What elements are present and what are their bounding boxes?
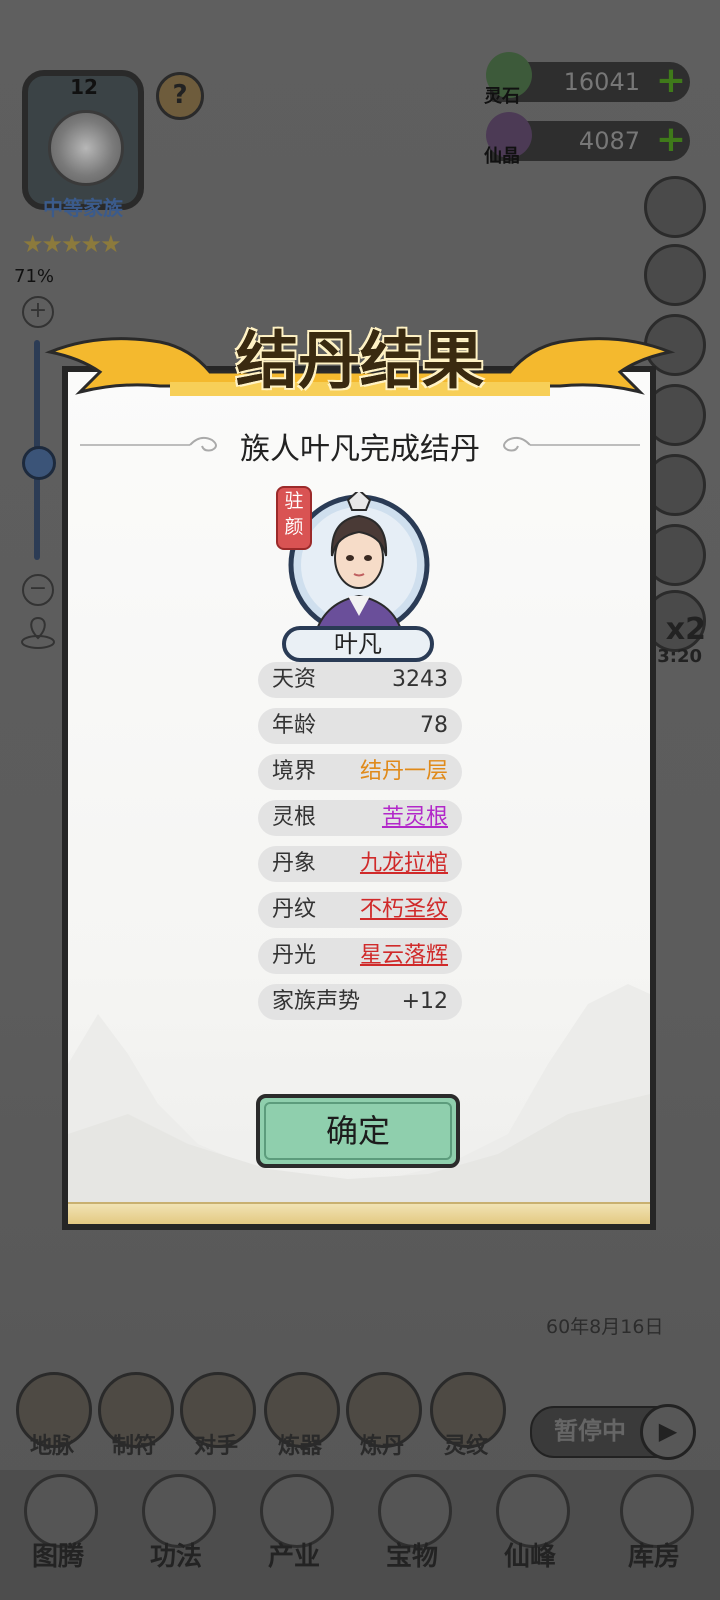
family-stars: ★★★★★ bbox=[22, 230, 122, 258]
settings-gear-icon[interactable] bbox=[644, 176, 706, 238]
family-badge[interactable]: 12 中等家族 bbox=[12, 62, 154, 222]
pause-label: 暂停中 bbox=[554, 1417, 626, 1445]
stat-row-core-pattern: 丹纹 不朽圣纹 bbox=[258, 892, 462, 928]
dialog-subtitle: 族人叶凡完成结丹 bbox=[240, 432, 480, 467]
nav-label: 宝物 bbox=[385, 1542, 438, 1572]
stat-value: 结丹一层 bbox=[359, 759, 448, 784]
immortal-crystal-value: 4087 bbox=[578, 127, 640, 155]
nav-label: 产业 bbox=[267, 1542, 320, 1572]
locate-icon[interactable] bbox=[18, 616, 58, 650]
play-icon[interactable]: ▶ bbox=[640, 1404, 696, 1460]
stat-key: 境界 bbox=[272, 759, 317, 784]
star-icon: ★ bbox=[41, 230, 63, 258]
character-name: 叶凡 bbox=[282, 626, 434, 662]
map-scroll-icon[interactable] bbox=[644, 244, 706, 306]
stat-row-age: 年龄 78 bbox=[258, 708, 462, 744]
zoom-percent: 71% bbox=[14, 266, 55, 287]
stat-row-spirit-root: 灵根 苦灵根 bbox=[258, 800, 462, 836]
seal-badge: 驻颜 bbox=[276, 486, 312, 550]
function-label: 制符 bbox=[111, 1434, 156, 1459]
nav-peaks[interactable]: 仙峰 bbox=[480, 1474, 580, 1572]
speed-multiplier: x2 bbox=[665, 612, 706, 647]
spirit-stone-add-button[interactable]: + bbox=[656, 63, 686, 99]
spirit-stone-label: 灵石 bbox=[484, 86, 520, 107]
function-label: 对手 bbox=[193, 1434, 238, 1459]
nav-totem[interactable]: 图腾 bbox=[8, 1474, 108, 1572]
nav-label: 图腾 bbox=[31, 1542, 84, 1572]
stat-key: 天资 bbox=[272, 667, 317, 692]
nav-label: 功法 bbox=[149, 1542, 202, 1572]
dialog-title: 结丹结果 bbox=[235, 324, 484, 397]
pause-button[interactable]: 暂停中 ▶ bbox=[530, 1404, 696, 1460]
stat-value: 78 bbox=[420, 713, 448, 738]
stat-value-link[interactable]: 不朽圣纹 bbox=[360, 892, 448, 928]
stat-value: +12 bbox=[401, 989, 448, 1014]
function-label: 地脉 bbox=[29, 1434, 74, 1459]
stat-row-aptitude: 天资 3243 bbox=[258, 662, 462, 698]
star-icon: ★ bbox=[61, 230, 82, 258]
stat-value-link[interactable]: 星云落辉 bbox=[360, 938, 448, 974]
stat-value-link[interactable]: 苦灵根 bbox=[382, 800, 448, 836]
function-label: 灵纹 bbox=[443, 1434, 488, 1459]
help-button[interactable]: ? bbox=[156, 72, 204, 120]
stat-key: 灵根 bbox=[272, 805, 317, 830]
stat-row-core-image: 丹象 九龙拉棺 bbox=[258, 846, 462, 882]
stat-key: 丹光 bbox=[272, 943, 317, 968]
function-label: 炼器 bbox=[277, 1434, 322, 1459]
family-rank-name: 中等家族 bbox=[43, 196, 123, 220]
stat-key: 家族声势 bbox=[272, 989, 361, 1014]
dialog-bottom-trim bbox=[68, 1202, 650, 1224]
family-emblem-icon bbox=[48, 110, 124, 186]
family-level: 12 bbox=[70, 75, 98, 99]
nav-techniques[interactable]: 功法 bbox=[126, 1474, 226, 1572]
immortal-crystal-label: 仙晶 bbox=[484, 146, 520, 167]
speed-timer: 3:20 bbox=[657, 646, 702, 667]
stat-row-family-prestige: 家族声势 +12 bbox=[258, 984, 462, 1020]
confirm-button[interactable]: 确定 bbox=[256, 1094, 460, 1168]
star-icon: ★ bbox=[22, 230, 43, 258]
stat-key: 丹纹 bbox=[272, 897, 317, 922]
star-icon: ★ bbox=[100, 230, 121, 258]
nav-label: 仙峰 bbox=[503, 1542, 556, 1572]
stat-value-link[interactable]: 九龙拉棺 bbox=[360, 846, 448, 882]
nav-label: 库房 bbox=[627, 1542, 680, 1572]
nav-treasures[interactable]: 宝物 bbox=[362, 1474, 462, 1572]
stat-key: 丹象 bbox=[272, 851, 317, 876]
stat-row-realm: 境界 结丹一层 bbox=[258, 754, 462, 790]
stat-value: 3243 bbox=[392, 667, 448, 692]
nav-industry[interactable]: 产业 bbox=[244, 1474, 344, 1572]
immortal-crystal-add-button[interactable]: + bbox=[656, 122, 686, 158]
stat-key: 年龄 bbox=[272, 713, 317, 738]
star-icon: ★ bbox=[80, 230, 102, 258]
game-date: 60年8月16日 bbox=[546, 1316, 664, 1338]
zoom-out-button[interactable]: − bbox=[22, 574, 54, 606]
stat-row-core-light: 丹光 星云落辉 bbox=[258, 938, 462, 974]
nav-warehouse[interactable]: 库房 bbox=[604, 1474, 704, 1572]
spirit-stone-value: 16041 bbox=[563, 68, 640, 96]
function-label: 炼丹 bbox=[359, 1434, 404, 1459]
